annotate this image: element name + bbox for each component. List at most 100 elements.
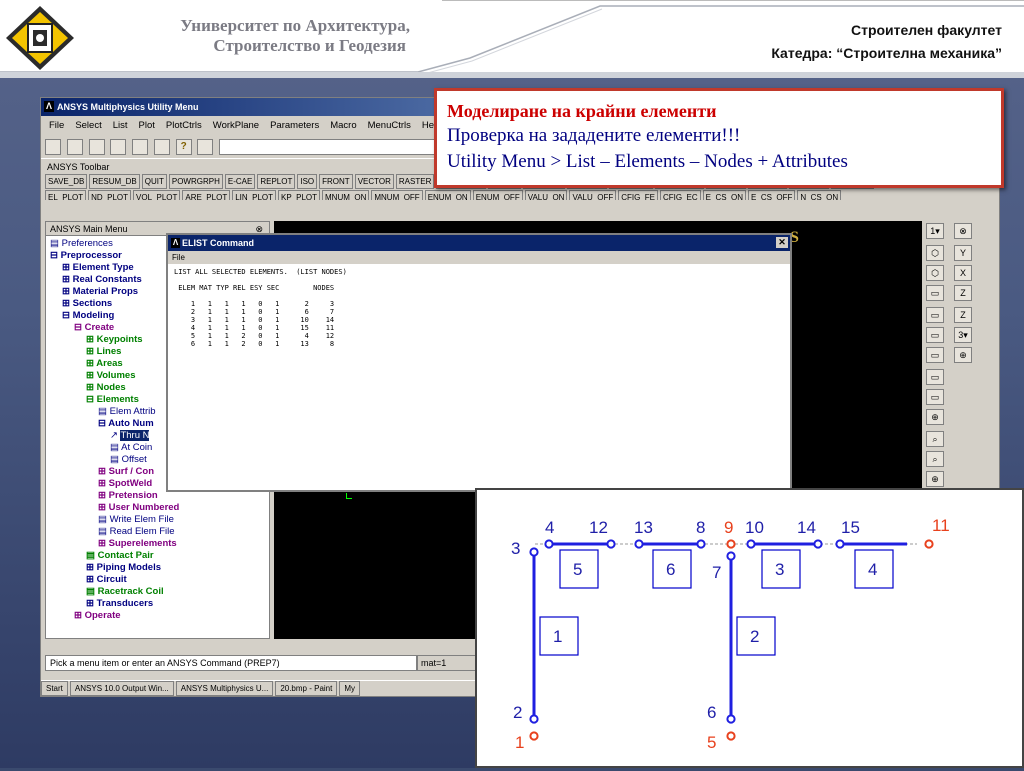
tree-item[interactable]: ▤ Contact Pair — [50, 550, 265, 562]
toolbar-button-lin_plot[interactable]: LIN_PLOT — [232, 190, 276, 200]
dynamic-mode-icon[interactable]: ⊕ — [954, 347, 972, 363]
tree-node-icon: ▤ — [86, 586, 95, 597]
toolbar-button-resum_db[interactable]: RESUM_DB — [89, 174, 140, 189]
menu-item-macro[interactable]: Macro — [330, 120, 356, 131]
toolbar-button-front[interactable]: FRONT — [319, 174, 353, 189]
left-view-icon[interactable]: ▭ — [926, 369, 944, 385]
toolbar-button-vector[interactable]: VECTOR — [354, 174, 394, 189]
bottom-view-icon[interactable]: ▭ — [926, 347, 944, 363]
rotate-x-icon[interactable]: X — [954, 265, 972, 281]
toolbar-button-cfig_ec[interactable]: CFIG_EC — [660, 190, 701, 200]
save-icon[interactable] — [88, 139, 105, 155]
start-button[interactable]: Start — [41, 681, 68, 696]
taskbar-item[interactable]: My — [339, 681, 361, 696]
node-marker — [813, 539, 823, 549]
iso-view-icon[interactable]: ⬡ — [926, 245, 944, 261]
zoom-fit-icon[interactable]: ⊗ — [954, 223, 972, 239]
tree-item[interactable]: ⊞ Operate — [50, 610, 265, 622]
command-window-icon[interactable] — [197, 139, 214, 155]
toolbar-button-e-cae[interactable]: E-CAE — [224, 174, 256, 189]
menu-item-file[interactable]: File — [49, 120, 64, 131]
node-label-5: 5 — [707, 733, 716, 752]
toolbar-button-powrgrph[interactable]: POWRGRPH — [168, 174, 223, 189]
toolbar-button-mnum_on[interactable]: MNUM_ON — [322, 190, 370, 200]
right-view-icon[interactable]: ▭ — [926, 389, 944, 405]
toolbar-button-raster[interactable]: RASTER — [395, 174, 435, 189]
tree-item[interactable]: ▤ Write Elem File — [50, 514, 265, 526]
toolbar-button-n_cs_on[interactable]: N_CS_ON — [797, 190, 842, 200]
annotation-box: Моделиране на крайни елементи Проверка н… — [434, 88, 1004, 188]
tree-item[interactable]: ▤ Racetrack Coil — [50, 586, 265, 598]
toolbar-button-valu_off[interactable]: VALU_OFF — [569, 190, 617, 200]
box-zoom-icon[interactable]: ⌕ — [926, 431, 944, 447]
tree-item-label: Surf / Con — [108, 466, 154, 477]
tree-item[interactable]: ⊞ Superelements — [50, 538, 265, 550]
tree-node-icon: ⊞ — [86, 370, 94, 381]
top-view-icon[interactable]: ▭ — [926, 327, 944, 343]
back-view-icon[interactable]: ▭ — [926, 307, 944, 323]
toolbar-button-kp_plot[interactable]: KP_PLOT — [278, 190, 321, 200]
elist-file-menu[interactable]: File — [168, 251, 790, 264]
tree-item-label: Material Props — [72, 286, 139, 297]
tree-item-label: Pretension — [108, 490, 158, 501]
new-file-icon[interactable] — [45, 139, 61, 155]
menu-item-parameters[interactable]: Parameters — [270, 120, 319, 131]
tree-item[interactable]: ⊞ User Numbered — [50, 502, 265, 514]
toolbar-button-nd_plot[interactable]: ND_PLOT — [88, 190, 132, 200]
tree-item[interactable]: ⊞ Piping Models — [50, 562, 265, 574]
toolbar-button-enum_on[interactable]: ENUM_ON — [424, 190, 471, 200]
win-zoom-icon[interactable]: ⌕ — [926, 451, 944, 467]
tree-node-icon: ▤ — [98, 526, 107, 537]
pan-zoom-icon[interactable] — [110, 139, 127, 155]
menu-item-select[interactable]: Select — [75, 120, 101, 131]
tree-node-icon: ⊞ — [62, 274, 70, 285]
rotate-z-icon[interactable]: Z — [954, 285, 972, 301]
element-label-3: 3 — [775, 560, 784, 579]
tree-item[interactable]: ⊞ Transducers — [50, 598, 265, 610]
help-icon[interactable]: ? — [175, 139, 192, 155]
print-icon[interactable] — [132, 139, 149, 155]
toolbar-button-valu_on[interactable]: VALU_ON — [524, 190, 568, 200]
front-view-icon[interactable]: ▭ — [926, 285, 944, 301]
zoom-out-icon[interactable]: ⊕ — [926, 471, 944, 487]
tree-item-label: Write Elem File — [109, 514, 174, 525]
toolbar-button-e_cs_off[interactable]: E_CS_OFF — [748, 190, 796, 200]
toolbar-buttons-row2: EL_PLOT ND_PLOT VOL_PLOT ARE_PLOT LIN_PLOT KP… — [41, 190, 999, 200]
oblique-view-icon[interactable]: ⬡ — [926, 265, 944, 281]
tree-item[interactable]: ⊞ Circuit — [50, 574, 265, 586]
tree-node-icon: ↗ — [110, 430, 118, 441]
taskbar-item[interactable]: ANSYS 10.0 Output Win... — [69, 681, 174, 696]
menu-item-plotctrls[interactable]: PlotCtrls — [166, 120, 202, 131]
menu-item-menuctrls[interactable]: MenuCtrls — [368, 120, 411, 131]
window-select-icon[interactable]: 1▾ — [926, 223, 944, 239]
toolbar-button-are_plot[interactable]: ARE_PLOT — [182, 190, 231, 200]
toolbar-button-save_db[interactable]: SAVE_DB — [45, 174, 88, 189]
toolbar-button-mnum_off[interactable]: MNUM_OFF — [371, 190, 423, 200]
taskbar-item[interactable]: ANSYS Multiphysics U... — [175, 681, 274, 696]
rate-select-icon[interactable]: 3▾ — [954, 327, 972, 343]
menu-item-plot[interactable]: Plot — [139, 120, 155, 131]
rotate-zz-icon[interactable]: Z — [954, 307, 972, 323]
menu-item-list[interactable]: List — [113, 120, 128, 131]
tree-item[interactable]: ▤ Read Elem File — [50, 526, 265, 538]
node-marker — [835, 539, 845, 549]
elist-heading: LIST ALL SELECTED ELEMENTS. (LIST NODES) — [174, 268, 347, 276]
toolbar-button-iso[interactable]: ISO — [297, 174, 318, 189]
toolbar-button-quit[interactable]: QUIT — [141, 174, 167, 189]
report-icon[interactable] — [153, 139, 170, 155]
toolbar-button-cfig_fe[interactable]: CFIG_FE — [618, 190, 658, 200]
toolbar-button-vol_plot[interactable]: VOL_PLOT — [133, 190, 181, 200]
open-file-icon[interactable] — [66, 139, 83, 155]
close-icon[interactable]: ✕ — [776, 237, 788, 248]
toolbar-button-el_plot[interactable]: EL_PLOT — [45, 190, 87, 200]
toolbar-button-replot[interactable]: REPLOT — [257, 174, 296, 189]
command-input[interactable] — [219, 139, 445, 155]
toolbar-button-e_cs_on[interactable]: E_CS_ON — [702, 190, 747, 200]
menu-item-workplane[interactable]: WorkPlane — [213, 120, 259, 131]
tree-node-icon: ▤ — [50, 238, 59, 249]
taskbar-item[interactable]: 20.bmp - Paint — [275, 681, 338, 696]
zoom-icon[interactable]: ⊕ — [926, 409, 944, 425]
rotate-y-icon[interactable]: Y — [954, 245, 972, 261]
toolbar-button-enum_off[interactable]: ENUM_OFF — [472, 190, 523, 200]
tree-node-icon: ⊟ — [74, 322, 82, 333]
